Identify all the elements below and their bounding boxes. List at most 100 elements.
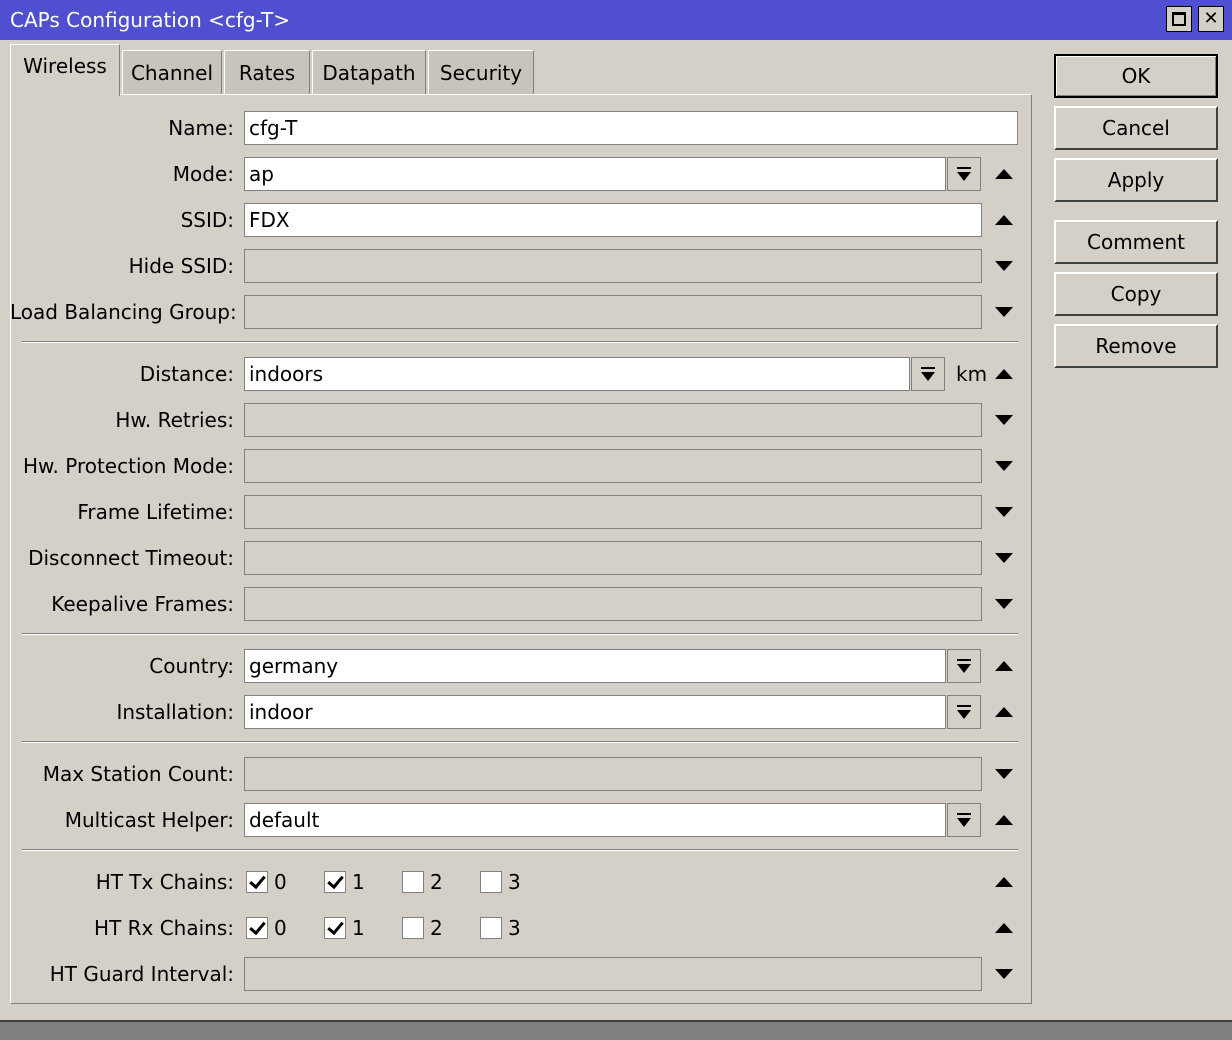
ht-tx-chain-0-label: 0: [274, 870, 287, 894]
distance-row: Distance: indoors km: [0, 357, 1232, 391]
ht-tx-chain-1-checkbox[interactable]: [324, 871, 346, 893]
load-balancing-group-label: Load Balancing Group:: [10, 300, 237, 324]
hide-ssid-expand-icon[interactable]: [993, 249, 1017, 283]
multicast-helper-collapse-icon[interactable]: [993, 803, 1017, 837]
hide-ssid-field[interactable]: [244, 249, 982, 283]
close-icon: ✕: [1203, 8, 1219, 29]
tab-security[interactable]: Security: [428, 50, 534, 94]
ht-tx-chain-0-checkbox[interactable]: [246, 871, 268, 893]
mode-collapse-icon[interactable]: [993, 157, 1017, 191]
installation-select[interactable]: indoor: [244, 695, 946, 729]
frame-lifetime-label: Frame Lifetime:: [77, 500, 234, 524]
ht-tx-chain-2-label: 2: [430, 870, 443, 894]
installation-dropdown-button[interactable]: [947, 695, 981, 729]
ht-guard-interval-field[interactable]: [244, 957, 982, 991]
ht-tx-chain-3-checkbox[interactable]: [480, 871, 502, 893]
name-row: Name: cfg-T: [0, 111, 1232, 145]
max-station-count-expand-icon[interactable]: [993, 757, 1017, 791]
name-label: Name:: [168, 116, 234, 140]
ht-rx-chains-collapse-icon[interactable]: [993, 911, 1017, 945]
max-station-count-field[interactable]: [244, 757, 982, 791]
country-row: Country: germany: [0, 649, 1232, 683]
tab-channel[interactable]: Channel: [122, 50, 222, 94]
tab-wireless[interactable]: Wireless: [10, 44, 120, 96]
cancel-button[interactable]: Cancel: [1054, 106, 1218, 150]
separator: [22, 633, 1018, 635]
caps-configuration-window: CAPs Configuration <cfg-T> ✕ Wireless Ch…: [0, 0, 1232, 1022]
hide-ssid-label: Hide SSID:: [128, 254, 234, 278]
distance-select[interactable]: indoors: [244, 357, 910, 391]
ht-tx-chain-2-checkbox[interactable]: [402, 871, 424, 893]
multicast-helper-dropdown-button[interactable]: [947, 803, 981, 837]
ht-tx-chain-3-label: 3: [508, 870, 521, 894]
mode-row: Mode: ap: [0, 157, 1232, 191]
disconnect-timeout-row: Disconnect Timeout:: [0, 541, 1232, 575]
ssid-row: SSID: FDX: [0, 203, 1232, 237]
comment-button[interactable]: Comment: [1054, 220, 1218, 264]
ht-guard-interval-expand-icon[interactable]: [993, 957, 1017, 991]
multicast-helper-label: Multicast Helper:: [64, 808, 234, 832]
copy-button[interactable]: Copy: [1054, 272, 1218, 316]
disconnect-timeout-field[interactable]: [244, 541, 982, 575]
installation-collapse-icon[interactable]: [993, 695, 1017, 729]
ht-rx-chain-0-checkbox[interactable]: [246, 917, 268, 939]
frame-lifetime-field[interactable]: [244, 495, 982, 529]
max-station-count-label: Max Station Count:: [42, 762, 234, 786]
apply-button[interactable]: Apply: [1054, 158, 1218, 202]
keepalive-frames-expand-icon[interactable]: [993, 587, 1017, 621]
mode-label: Mode:: [172, 162, 234, 186]
ht-rx-chain-2-checkbox[interactable]: [402, 917, 424, 939]
installation-row: Installation: indoor: [0, 695, 1232, 729]
ht-rx-chains-row: HT Rx Chains: 0 1 2 3: [0, 911, 1232, 945]
ht-guard-interval-row: HT Guard Interval:: [0, 957, 1232, 991]
remove-button[interactable]: Remove: [1054, 324, 1218, 368]
country-label: Country:: [149, 654, 234, 678]
ht-rx-chain-1-checkbox[interactable]: [324, 917, 346, 939]
ok-button[interactable]: OK: [1054, 54, 1218, 98]
ht-rx-chain-3-label: 3: [508, 916, 521, 940]
window-title: CAPs Configuration <cfg-T>: [10, 8, 290, 32]
tab-datapath[interactable]: Datapath: [312, 50, 426, 94]
hw-protection-mode-label: Hw. Protection Mode:: [22, 454, 234, 478]
distance-collapse-icon[interactable]: [993, 357, 1017, 391]
close-button[interactable]: ✕: [1198, 6, 1224, 32]
distance-dropdown-button[interactable]: [911, 357, 945, 391]
country-select[interactable]: germany: [244, 649, 946, 683]
ht-guard-interval-label: HT Guard Interval:: [49, 962, 234, 986]
hw-retries-field[interactable]: [244, 403, 982, 437]
disconnect-timeout-expand-icon[interactable]: [993, 541, 1017, 575]
ht-rx-chain-3-checkbox[interactable]: [480, 917, 502, 939]
ht-rx-chain-1-label: 1: [352, 916, 365, 940]
keepalive-frames-label: Keepalive Frames:: [51, 592, 234, 616]
hw-protection-mode-expand-icon[interactable]: [993, 449, 1017, 483]
country-collapse-icon[interactable]: [993, 649, 1017, 683]
tab-rates[interactable]: Rates: [224, 50, 310, 94]
title-bar[interactable]: CAPs Configuration <cfg-T> ✕: [0, 0, 1232, 40]
frame-lifetime-expand-icon[interactable]: [993, 495, 1017, 529]
country-dropdown-button[interactable]: [947, 649, 981, 683]
mode-select[interactable]: ap: [244, 157, 946, 191]
load-balancing-group-row: Load Balancing Group:: [0, 295, 1232, 329]
ssid-input[interactable]: FDX: [244, 203, 982, 237]
hw-retries-row: Hw. Retries:: [0, 403, 1232, 437]
hw-retries-label: Hw. Retries:: [115, 408, 234, 432]
ht-rx-chains-label: HT Rx Chains:: [94, 916, 234, 940]
ht-tx-chains-collapse-icon[interactable]: [993, 865, 1017, 899]
ht-rx-chain-2-label: 2: [430, 916, 443, 940]
mode-dropdown-button[interactable]: [947, 157, 981, 191]
ssid-collapse-icon[interactable]: [993, 203, 1017, 237]
hw-retries-expand-icon[interactable]: [993, 403, 1017, 437]
max-station-count-row: Max Station Count:: [0, 757, 1232, 791]
multicast-helper-select[interactable]: default: [244, 803, 946, 837]
ht-tx-chains-row: HT Tx Chains: 0 1 2 3: [0, 865, 1232, 899]
maximize-button[interactable]: [1166, 6, 1192, 32]
keepalive-frames-field[interactable]: [244, 587, 982, 621]
name-input[interactable]: cfg-T: [244, 111, 1018, 145]
load-balancing-group-expand-icon[interactable]: [993, 295, 1017, 329]
ht-rx-chain-0-label: 0: [274, 916, 287, 940]
disconnect-timeout-label: Disconnect Timeout:: [28, 546, 234, 570]
load-balancing-group-field[interactable]: [244, 295, 982, 329]
keepalive-frames-row: Keepalive Frames:: [0, 587, 1232, 621]
multicast-helper-row: Multicast Helper: default: [0, 803, 1232, 837]
hw-protection-mode-field[interactable]: [244, 449, 982, 483]
